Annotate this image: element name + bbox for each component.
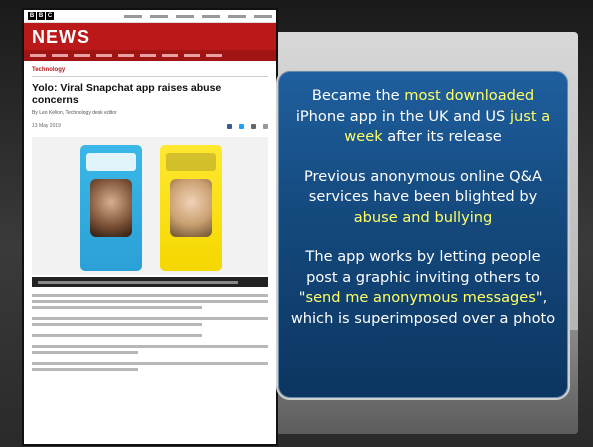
app-screenshots-image bbox=[32, 137, 268, 275]
highlight-abuse-bullying: abuse and bullying bbox=[353, 208, 493, 226]
callout-paragraph-1: Became the most downloaded iPhone app in… bbox=[295, 87, 551, 145]
highlight-most-downloaded: most downloaded bbox=[404, 87, 535, 104]
highlight-send-me-anonymous: send me anonymous messages bbox=[305, 289, 536, 306]
section-tag: Technology bbox=[32, 67, 268, 77]
bbc-top-bar: B B C bbox=[24, 10, 276, 23]
facebook-icon bbox=[227, 123, 232, 129]
callout-paragraph-2: Previous anonymous online Q&A services h… bbox=[304, 167, 542, 226]
bbc-article-screenshot: B B C NEWS Technology Yolo: Viral Snapch… bbox=[22, 8, 278, 446]
article-text bbox=[32, 294, 268, 371]
share-icon bbox=[263, 123, 268, 129]
news-subnav bbox=[24, 50, 276, 61]
callout-paragraph-3: The app works by letting people post a g… bbox=[290, 248, 556, 327]
article-headline: Yolo: Viral Snapchat app raises abuse co… bbox=[32, 82, 222, 106]
summary-callout-box: Became the most downloaded iPhone app in… bbox=[276, 69, 570, 400]
phone-screenshot-yellow bbox=[160, 145, 222, 271]
phone-screenshot-blue bbox=[80, 145, 142, 271]
article-date: 13 May 2019 bbox=[32, 123, 61, 129]
photo-face bbox=[170, 179, 212, 237]
bbc-logo: B B C bbox=[28, 12, 54, 20]
news-wordmark: NEWS bbox=[32, 27, 90, 47]
image-caption-bar bbox=[32, 277, 268, 287]
share-icons bbox=[227, 123, 268, 129]
twitter-icon bbox=[239, 123, 244, 129]
bbc-nav-links bbox=[124, 14, 272, 18]
phone-caption bbox=[86, 153, 136, 171]
photo-face bbox=[90, 179, 132, 237]
email-icon bbox=[251, 123, 256, 129]
article-body: Technology Yolo: Viral Snapchat app rais… bbox=[24, 61, 276, 385]
phone-caption bbox=[166, 153, 216, 171]
share-row: 13 May 2019 bbox=[32, 123, 268, 129]
news-banner: NEWS bbox=[24, 23, 276, 61]
article-byline: By Leo Kelion, Technology desk editor bbox=[32, 110, 117, 116]
